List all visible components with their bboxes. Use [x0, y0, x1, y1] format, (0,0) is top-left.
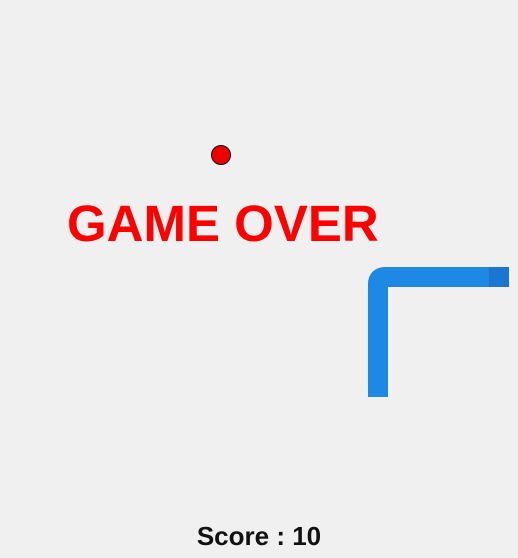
- snake-head: [489, 267, 509, 287]
- snake-body: [368, 267, 498, 397]
- food-apple: [211, 145, 231, 165]
- score-display: Score : 10: [196, 521, 322, 551]
- game-board: GAME OVER Score : 10: [0, 0, 518, 558]
- snake: [368, 267, 509, 397]
- game-over-text: GAME OVER: [67, 195, 379, 252]
